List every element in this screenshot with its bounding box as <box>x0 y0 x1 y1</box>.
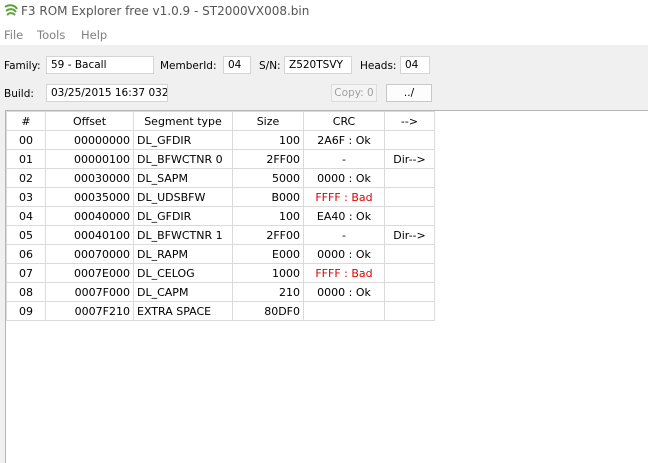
seagate-logo-icon <box>4 4 18 16</box>
cell-dir <box>384 244 435 264</box>
cell-dir <box>384 168 435 188</box>
table-header-row: # Offset Segment type Size CRC --> <box>6 111 435 131</box>
sn-label: S/N: <box>259 60 281 72</box>
cell-crc: FFFF : Bad <box>303 187 385 207</box>
build-label: Build: <box>4 88 34 100</box>
cell-type: DL_BFWCTNR 0 <box>133 149 233 169</box>
cell-type: DL_SAPM <box>133 168 233 188</box>
window-title: F3 ROM Explorer free v1.0.9 - ST2000VX00… <box>21 4 310 18</box>
cell-dir[interactable]: Dir--> <box>384 149 435 169</box>
heads-field[interactable]: 04 <box>400 56 430 74</box>
cell-crc: 2A6F : Ok <box>303 130 385 150</box>
menu-tools[interactable]: Tools <box>37 28 65 42</box>
cell-offset: 0007E000 <box>45 263 134 283</box>
cell-crc: EA40 : Ok <box>303 206 385 226</box>
table-row[interactable]: 06 00070000 DL_RAPM E000 0000 : Ok <box>6 244 435 264</box>
segment-table-panel: # Offset Segment type Size CRC --> 00 000… <box>5 110 648 463</box>
menu-help[interactable]: Help <box>81 28 107 42</box>
cell-size: 2FF00 <box>232 149 304 169</box>
family-label: Family: <box>4 60 41 72</box>
cell-offset: 00000000 <box>45 130 134 150</box>
cell-dir[interactable]: Dir--> <box>384 225 435 245</box>
cell-crc <box>303 301 385 321</box>
heads-label: Heads: <box>360 60 397 72</box>
cell-size: 2FF00 <box>232 225 304 245</box>
cell-num: 07 <box>6 263 46 283</box>
cell-dir <box>384 263 435 283</box>
cell-size: 100 <box>232 206 304 226</box>
cell-crc: - <box>303 149 385 169</box>
cell-offset: 0007F210 <box>45 301 134 321</box>
family-field[interactable]: 59 - Bacall <box>46 56 154 74</box>
column-header-offset[interactable]: Offset <box>45 111 134 131</box>
menu-file[interactable]: File <box>4 28 23 42</box>
cell-offset: 00070000 <box>45 244 134 264</box>
column-header-crc[interactable]: CRC <box>303 111 385 131</box>
cell-offset: 00030000 <box>45 168 134 188</box>
cell-size: B000 <box>232 187 304 207</box>
cell-size: 5000 <box>232 168 304 188</box>
table-row[interactable]: 03 00035000 DL_UDSBFW B000 FFFF : Bad <box>6 187 435 207</box>
cell-crc: - <box>303 225 385 245</box>
cell-crc: 0000 : Ok <box>303 282 385 302</box>
cell-type: EXTRA SPACE <box>133 301 233 321</box>
cell-crc: FFFF : Bad <box>303 263 385 283</box>
parent-dir-button[interactable]: ../ <box>386 84 432 102</box>
cell-dir <box>384 187 435 207</box>
cell-num: 02 <box>6 168 46 188</box>
table-row[interactable]: 01 00000100 DL_BFWCTNR 0 2FF00- Dir--> <box>6 149 435 169</box>
cell-dir <box>384 301 435 321</box>
cell-num: 01 <box>6 149 46 169</box>
cell-type: DL_GFDIR <box>133 130 233 150</box>
cell-type: DL_UDSBFW <box>133 187 233 207</box>
cell-dir <box>384 206 435 226</box>
cell-dir <box>384 130 435 150</box>
column-header-segment-type[interactable]: Segment type <box>133 111 233 131</box>
cell-size: E000 <box>232 244 304 264</box>
cell-num: 08 <box>6 282 46 302</box>
cell-crc: 0000 : Ok <box>303 168 385 188</box>
build-field[interactable]: 03/25/2015 16:37 0325 <box>46 84 168 102</box>
copy-button[interactable]: Copy: 0 <box>331 84 377 102</box>
cell-offset: 00040000 <box>45 206 134 226</box>
cell-num: 03 <box>6 187 46 207</box>
column-header-size[interactable]: Size <box>232 111 304 131</box>
cell-offset: 00035000 <box>45 187 134 207</box>
table-row[interactable]: 02 00030000 DL_SAPM 5000 0000 : Ok <box>6 168 435 188</box>
column-header-num[interactable]: # <box>6 111 46 131</box>
column-header-dir[interactable]: --> <box>384 111 435 131</box>
menu-bar: File Tools Help <box>0 25 648 45</box>
table-row[interactable]: 07 0007E000 DL_CELOG 1000 FFFF : Bad <box>6 263 435 283</box>
cell-num: 00 <box>6 130 46 150</box>
table-row[interactable]: 05 00040100 DL_BFWCTNR 1 2FF00- Dir--> <box>6 225 435 245</box>
table-row[interactable]: 04 00040000 DL_GFDIR 100 EA40 : Ok <box>6 206 435 226</box>
cell-num: 09 <box>6 301 46 321</box>
table-row[interactable]: 00 00000000 DL_GFDIR 100 2A6F : Ok <box>6 130 435 150</box>
cell-num: 04 <box>6 206 46 226</box>
cell-num: 06 <box>6 244 46 264</box>
table-row[interactable]: 08 0007F000 DL_CAPM 210 0000 : Ok <box>6 282 435 302</box>
cell-num: 05 <box>6 225 46 245</box>
cell-size: 80DF0 <box>232 301 304 321</box>
cell-offset: 00040100 <box>45 225 134 245</box>
cell-type: DL_RAPM <box>133 244 233 264</box>
cell-size: 210 <box>232 282 304 302</box>
title-bar: F3 ROM Explorer free v1.0.9 - ST2000VX00… <box>0 0 648 25</box>
cell-offset: 0007F000 <box>45 282 134 302</box>
memberid-field[interactable]: 04 <box>223 56 251 74</box>
cell-size: 1000 <box>232 263 304 283</box>
serial-number-field[interactable]: Z520TSVY <box>284 56 352 74</box>
table-row[interactable]: 09 0007F210 EXTRA SPACE 80DF0 <box>6 301 435 321</box>
cell-type: DL_GFDIR <box>133 206 233 226</box>
cell-size: 100 <box>232 130 304 150</box>
cell-type: DL_CAPM <box>133 282 233 302</box>
memberid-label: MemberId: <box>160 60 217 72</box>
cell-offset: 00000100 <box>45 149 134 169</box>
cell-dir <box>384 282 435 302</box>
cell-type: DL_CELOG <box>133 263 233 283</box>
cell-type: DL_BFWCTNR 1 <box>133 225 233 245</box>
cell-crc: 0000 : Ok <box>303 244 385 264</box>
segment-table: # Offset Segment type Size CRC --> 00 000… <box>6 111 435 321</box>
